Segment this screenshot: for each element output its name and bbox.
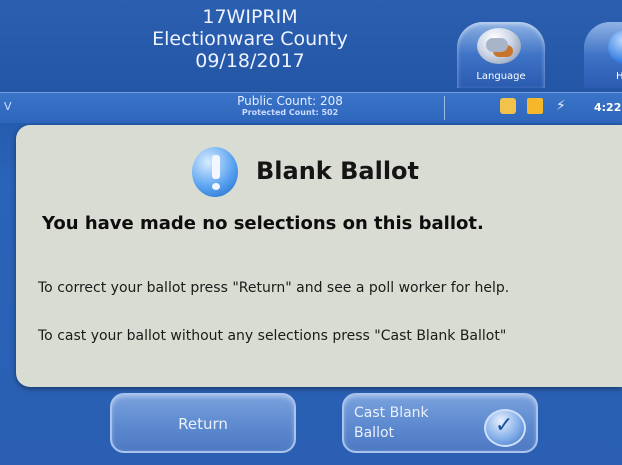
- blank-ballot-dialog: Blank Ballot You have made no selections…: [16, 125, 622, 387]
- alert-icon-bar: [212, 155, 220, 179]
- dialog-title: Blank Ballot: [256, 157, 420, 185]
- language-label: Language: [476, 71, 526, 82]
- dialog-instruction-return: To correct your ballot press "Return" an…: [38, 280, 510, 296]
- header: 17WIPRIM Electionware County 09/18/2017 …: [0, 0, 622, 92]
- speech-bubble-icon: [486, 38, 508, 52]
- checkmark-icon: ✓: [484, 409, 526, 447]
- dialog-heading: You have made no selections on this ball…: [42, 213, 484, 234]
- language-icon: [477, 28, 521, 64]
- election-info: 17WIPRIM Electionware County 09/18/2017: [150, 6, 350, 72]
- cast-blank-ballot-label: Cast Blank Ballot: [354, 405, 429, 441]
- clock-time: 4:22: [594, 101, 622, 114]
- power-plug-icon: ⚡: [556, 98, 566, 114]
- document-icon: [500, 98, 516, 114]
- ballot-counts: Public Count: 208 Protected Count: 502: [200, 94, 380, 118]
- status-bar: V Public Count: 208 Protected Count: 502…: [0, 92, 622, 123]
- help-tab[interactable]: H: [584, 22, 622, 88]
- protected-count: Protected Count: 502: [241, 108, 339, 117]
- election-date: 09/18/2017: [195, 50, 305, 72]
- status-divider: [444, 96, 445, 120]
- dialog-instruction-cast: To cast your ballot without any selectio…: [38, 328, 507, 344]
- alert-icon: [192, 147, 238, 197]
- return-button[interactable]: Return: [110, 393, 296, 453]
- save-icon: [527, 98, 543, 114]
- alert-icon-dot: [212, 183, 220, 190]
- help-label: H: [616, 71, 622, 82]
- voting-screen: 17WIPRIM Electionware County 09/18/2017 …: [0, 0, 622, 465]
- help-icon: [608, 30, 622, 64]
- language-tab[interactable]: Language: [457, 22, 545, 88]
- public-count: Public Count: 208: [237, 94, 343, 108]
- election-code: 17WIPRIM: [202, 6, 298, 28]
- cast-blank-ballot-button[interactable]: Cast Blank Ballot ✓: [342, 393, 538, 453]
- status-left-text: V: [4, 100, 12, 113]
- county-name: Electionware County: [152, 28, 348, 50]
- return-button-label: Return: [178, 415, 228, 433]
